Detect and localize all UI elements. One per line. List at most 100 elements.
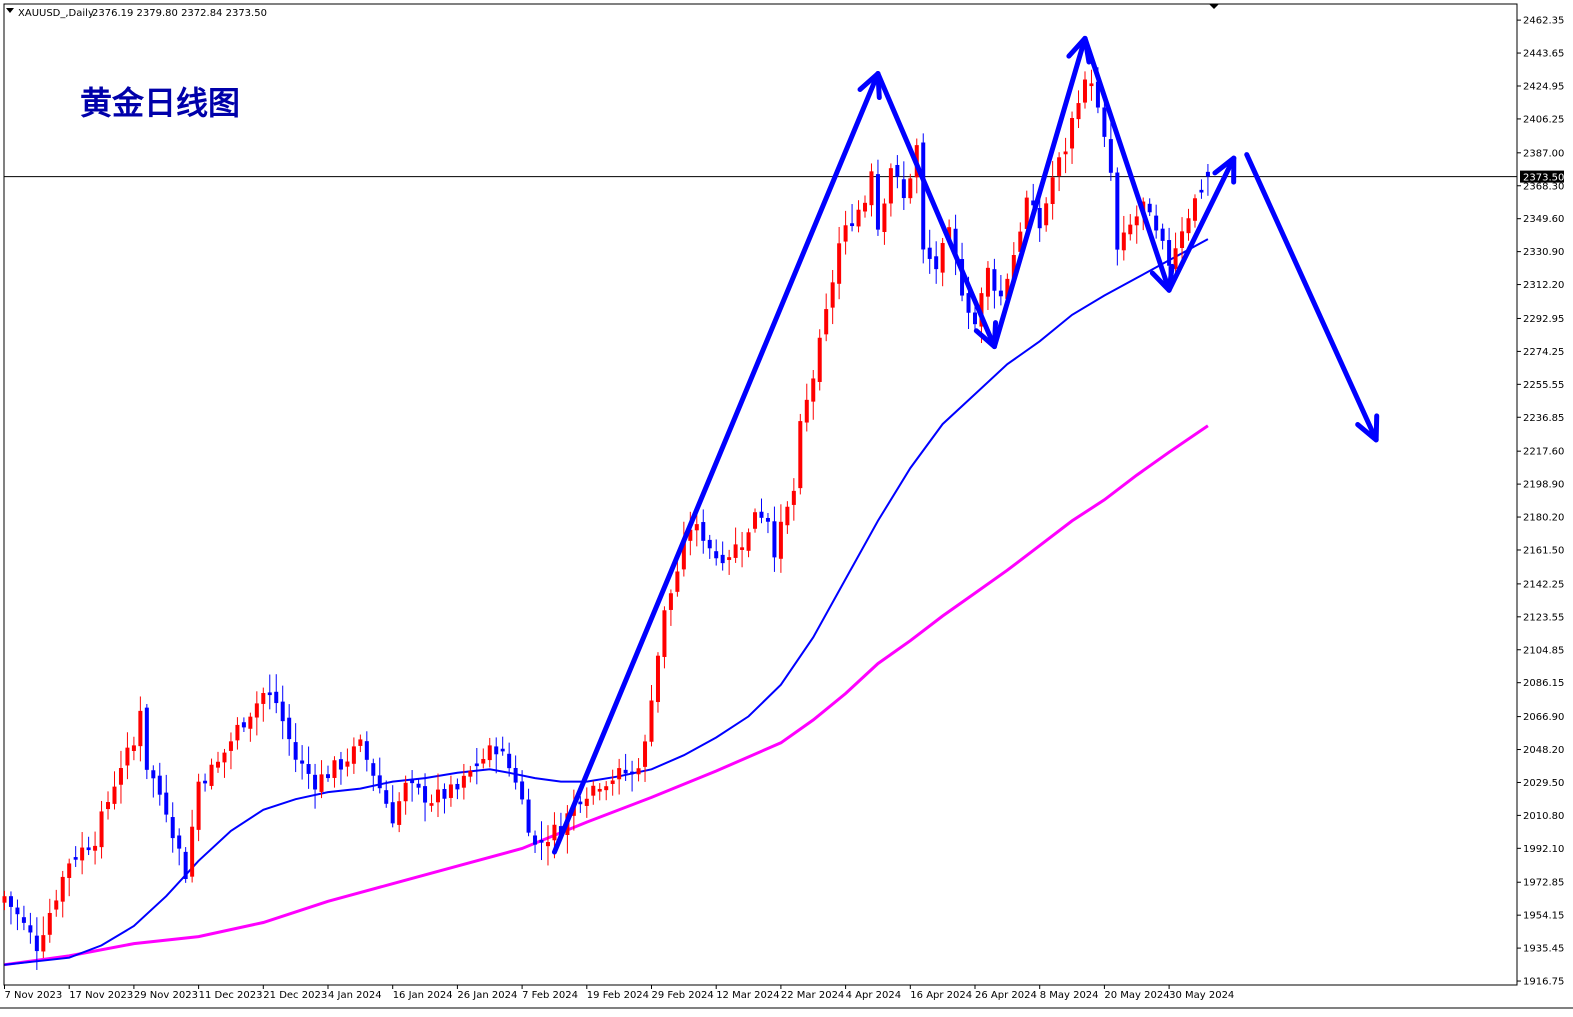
candle-body	[196, 781, 201, 830]
candle	[817, 329, 822, 391]
x-tick-label: 8 May 2024	[1040, 990, 1099, 1001]
candle-body	[753, 512, 758, 529]
candle-body	[47, 912, 52, 935]
candle-body	[1205, 171, 1210, 177]
candle-body	[287, 717, 292, 740]
candle-body	[261, 693, 266, 704]
candle-body	[1044, 203, 1049, 226]
candle-body	[228, 741, 233, 751]
x-tick-label: 16 Jan 2024	[393, 990, 453, 1001]
y-tick-label: 2123.55	[1523, 612, 1564, 623]
candle-body	[908, 178, 913, 199]
candle-body	[183, 851, 188, 879]
candle-body	[1076, 103, 1081, 120]
y-tick-label: 2292.95	[1523, 314, 1564, 325]
y-tick-label: 2217.60	[1523, 447, 1564, 458]
candle-body	[992, 269, 997, 291]
candle-body	[584, 798, 589, 806]
candle-body	[668, 593, 673, 610]
y-tick-label: 2104.85	[1523, 645, 1564, 656]
candle-body	[487, 745, 492, 761]
candle-body	[1115, 172, 1120, 250]
candle-body	[157, 775, 162, 795]
candle-body	[170, 817, 175, 839]
candle-body	[67, 863, 72, 878]
candle-body	[345, 761, 350, 767]
candle-body	[856, 209, 861, 227]
y-tick-label: 1972.85	[1523, 878, 1564, 889]
candle-body	[701, 522, 706, 541]
candle-body	[1070, 118, 1075, 149]
candle-body	[630, 771, 635, 775]
candle-body	[520, 781, 525, 800]
candle-body	[597, 788, 602, 792]
candle-body	[461, 775, 466, 788]
candle-body	[118, 768, 123, 785]
candle-body	[1154, 215, 1159, 231]
candle-body	[1063, 151, 1068, 155]
y-tick-label: 2312.20	[1523, 280, 1564, 291]
candle-body	[1037, 207, 1042, 229]
candle-body	[746, 532, 751, 551]
current-price-tag: 2373.50	[1520, 170, 1564, 184]
candle-body	[765, 517, 770, 522]
candle-body	[15, 907, 20, 915]
x-tick-label: 26 Jan 2024	[457, 990, 517, 1001]
y-tick-label: 2462.35	[1523, 16, 1564, 27]
candle-body	[617, 768, 622, 780]
candle-body	[222, 752, 227, 763]
x-tick-label: 12 Mar 2024	[716, 990, 779, 1001]
candle-body	[604, 786, 609, 791]
candle-body	[442, 788, 447, 799]
x-tick-label: 29 Nov 2023	[134, 990, 198, 1001]
candle-body	[610, 780, 615, 784]
candle-body	[694, 524, 699, 531]
candle-body	[248, 716, 253, 729]
candle-body	[1057, 157, 1062, 176]
candle-body	[811, 378, 816, 402]
plot-area	[3, 3, 1518, 986]
candle-body	[507, 753, 512, 769]
y-tick-label: 2048.20	[1523, 745, 1564, 756]
candle-body	[662, 610, 667, 657]
candle-body	[151, 770, 156, 779]
candle-body	[8, 896, 13, 907]
candle-body	[1167, 240, 1172, 266]
x-tick-label: 22 Mar 2024	[781, 990, 844, 1001]
candle-body	[539, 840, 544, 843]
x-tick-label: 16 Apr 2024	[910, 990, 972, 1001]
y-tick-label: 2161.50	[1523, 545, 1564, 556]
candle-body	[998, 290, 1003, 297]
candle-body	[882, 203, 887, 232]
y-tick-label: 2029.50	[1523, 778, 1564, 789]
candle-body	[332, 760, 337, 778]
candle-body	[300, 760, 305, 764]
candle-body	[377, 775, 382, 789]
candle-body	[274, 691, 279, 704]
candle-body	[1089, 83, 1094, 87]
candle-body	[901, 179, 906, 199]
candle-body	[837, 243, 842, 284]
y-tick-label: 1935.45	[1523, 944, 1564, 955]
candle-body	[99, 811, 104, 848]
candle-body	[494, 746, 499, 755]
candle-body	[384, 790, 389, 804]
x-tick-label: 7 Nov 2023	[5, 990, 63, 1001]
candle-body	[649, 700, 654, 742]
y-tick-label: 2010.80	[1523, 811, 1564, 822]
candle-body	[54, 900, 59, 910]
candle-body	[423, 786, 428, 803]
candle-body	[41, 935, 46, 952]
candle-body	[468, 770, 473, 777]
candle-body	[552, 824, 557, 841]
candle-body	[785, 506, 790, 526]
current-price-tag-label: 2373.50	[1523, 173, 1564, 184]
candle-body	[403, 782, 408, 802]
x-tick-label: 29 Feb 2024	[652, 990, 714, 1001]
candle-body	[313, 774, 318, 790]
candle-body	[1186, 218, 1191, 234]
y-tick-label: 2274.25	[1523, 347, 1564, 358]
candle-body	[390, 802, 395, 824]
candle-body	[280, 701, 285, 722]
candle-body	[895, 164, 900, 177]
